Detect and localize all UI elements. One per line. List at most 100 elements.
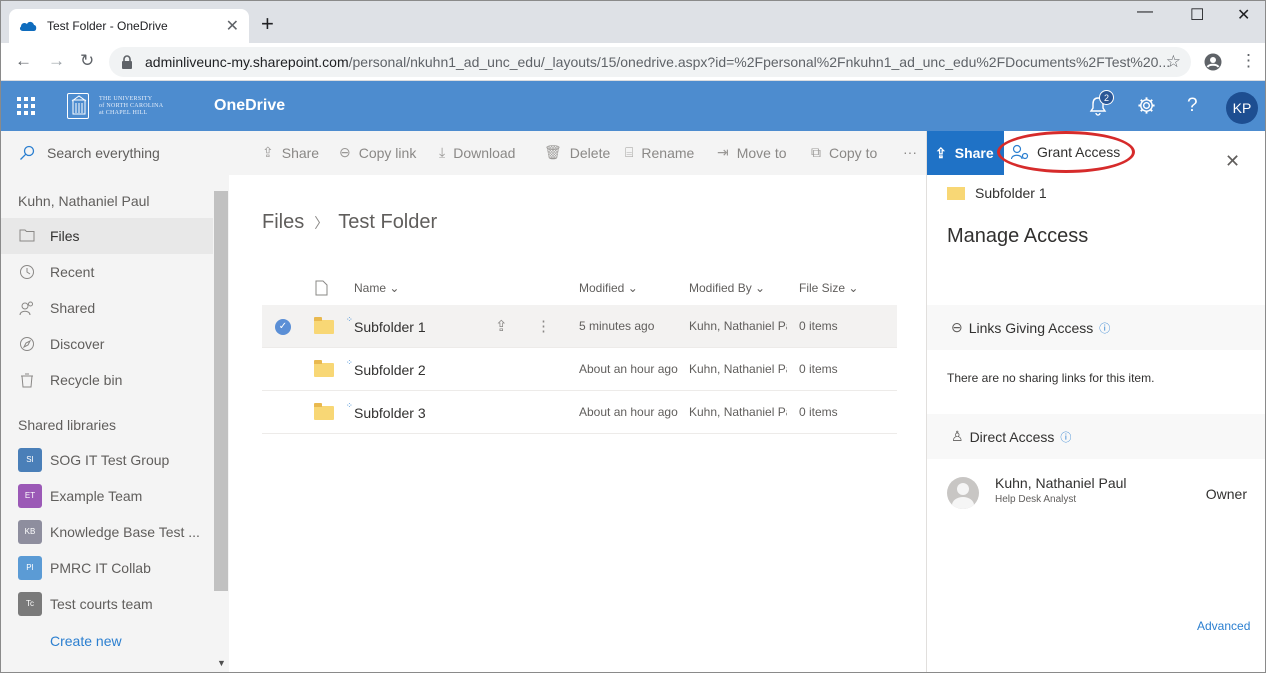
copy-link-label: Copy link [358, 144, 417, 161]
check-icon[interactable]: ✓ [275, 319, 291, 335]
back-icon[interactable]: ← [15, 51, 32, 71]
url-text: adminliveunc-my.sharepoint.com/personal/… [145, 54, 1170, 70]
more-commands-icon[interactable]: ··· [903, 144, 917, 160]
share-tab-label: Share [954, 145, 994, 161]
new-tab-button[interactable]: + [261, 13, 274, 35]
person-title: Help Desk Analyst [995, 494, 1077, 505]
folder-icon [314, 317, 334, 334]
nav-item-shared[interactable]: Shared [1, 290, 213, 326]
browser-menu-icon[interactable]: ⋮ [1240, 51, 1257, 71]
row-more-icon[interactable]: ⋮ [536, 317, 551, 335]
trash-icon [19, 372, 35, 388]
file-name[interactable]: Subfolder 3 [354, 405, 426, 421]
create-new-link[interactable]: Create new [50, 633, 122, 649]
share-command-label: Share [281, 144, 320, 161]
search-box[interactable]: Search everything [1, 131, 229, 175]
address-bar[interactable]: adminliveunc-my.sharepoint.com/personal/… [109, 47, 1191, 77]
info-icon[interactable]: ⓘ [1060, 429, 1071, 445]
nav-item-recent[interactable]: Recent [1, 254, 213, 290]
nav-item-files[interactable]: Files [1, 218, 213, 254]
info-icon[interactable]: ⓘ [1099, 320, 1110, 336]
modified-by-cell: Kuhn, Nathaniel Pa [689, 362, 787, 376]
row-share-icon[interactable]: ⇪ [495, 317, 508, 335]
minimize-icon[interactable]: — [1137, 3, 1153, 21]
tab-title: Test Folder - OneDrive [47, 19, 168, 33]
column-file-size[interactable]: File Size ⌄ [799, 281, 858, 295]
share-command[interactable]: ⇪ Share [262, 144, 319, 161]
delete-command[interactable]: 🗑 Delete [544, 144, 610, 161]
move-icon: ⇥ [717, 144, 729, 160]
browser-tab[interactable]: Test Folder - OneDrive ✕ [9, 9, 249, 43]
forward-icon[interactable]: → [48, 51, 65, 71]
nav-item-recycle-bin[interactable]: Recycle bin [1, 362, 213, 398]
person-role[interactable]: Owner [1206, 486, 1247, 502]
breadcrumb: Files 〉 Test Folder [262, 211, 437, 234]
app-name[interactable]: OneDrive [214, 97, 285, 115]
column-modified[interactable]: Modified ⌄ [579, 281, 638, 295]
nav-item-label: Discover [50, 336, 105, 352]
copy-link-command[interactable]: ⊖ Copy link [339, 144, 416, 161]
tab-share[interactable]: ⇪ Share [927, 131, 1004, 175]
unc-logo[interactable]: THE UNIVERSITY of NORTH CAROLINA at CHAP… [67, 93, 163, 119]
close-icon[interactable]: ✕ [1225, 151, 1240, 172]
folder-icon [19, 228, 35, 244]
rename-command[interactable]: ⌸ Rename [625, 144, 694, 161]
nav-item-label: Files [50, 228, 80, 244]
download-command[interactable]: ⤓ Download [439, 144, 515, 161]
settings-gear-icon[interactable] [1137, 96, 1156, 115]
clock-icon [19, 264, 35, 280]
person-avatar-icon [947, 477, 979, 509]
reload-icon[interactable]: ↻ [80, 51, 94, 71]
library-item[interactable]: ET Example Team [18, 478, 213, 514]
lock-icon [122, 55, 132, 69]
unc-logo-text: THE UNIVERSITY of NORTH CAROLINA at CHAP… [99, 95, 164, 116]
move-to-command[interactable]: ⇥ Move to [717, 144, 787, 161]
table-row[interactable]: ✓ ⁘ Subfolder 1 ⇪ ⋮ 5 minutes ago Kuhn, … [262, 305, 897, 348]
copy-to-label: Copy to [829, 144, 878, 161]
maximize-icon[interactable]: ☐ [1190, 5, 1204, 25]
new-item-icon: ⁘ [346, 315, 353, 324]
links-section-label: Links Giving Access [968, 319, 1094, 336]
modified-cell: About an hour ago [579, 362, 678, 376]
window-close-icon[interactable]: ✕ [1237, 5, 1250, 25]
library-item[interactable]: SI SOG IT Test Group [18, 442, 213, 478]
size-cell: 0 items [799, 362, 838, 376]
folder-icon [947, 186, 965, 200]
advanced-link[interactable]: Advanced [1197, 619, 1250, 633]
move-to-label: Move to [736, 144, 787, 161]
download-label: Download [453, 144, 516, 161]
user-avatar[interactable]: KP [1226, 92, 1258, 124]
nav-scrollbar[interactable] [214, 191, 228, 591]
profile-icon[interactable] [1204, 53, 1222, 71]
shared-folder-icon [314, 360, 334, 377]
rename-label: Rename [641, 144, 695, 161]
library-item[interactable]: Tc Test courts team [18, 586, 213, 622]
file-name[interactable]: Subfolder 1 [354, 319, 426, 335]
app-launcher-icon[interactable] [17, 97, 35, 115]
browser-toolbar: ← → ↻ adminliveunc-my.sharepoint.com/per… [1, 43, 1265, 81]
bookmark-star-icon[interactable]: ☆ [1166, 52, 1181, 72]
scroll-down-icon[interactable]: ▼ [217, 658, 226, 668]
breadcrumb-current[interactable]: Test Folder [338, 211, 437, 234]
column-name[interactable]: Name ⌄ [354, 281, 399, 295]
nav-item-discover[interactable]: Discover [1, 326, 213, 362]
tab-close-icon[interactable]: ✕ [226, 16, 239, 36]
main-content: Files 〉 Test Folder Name ⌄ Modified ⌄ Mo… [229, 175, 926, 672]
library-chip: SI [18, 448, 42, 472]
library-item[interactable]: KB Knowledge Base Test ... [18, 514, 213, 550]
column-modified-by[interactable]: Modified By ⌄ [689, 281, 765, 295]
library-item[interactable]: PI PMRC IT Collab [18, 550, 213, 586]
modified-cell: About an hour ago [579, 405, 678, 419]
table-row[interactable]: ⁘ Subfolder 2 About an hour ago Kuhn, Na… [262, 348, 897, 391]
help-icon[interactable]: ? [1187, 95, 1198, 117]
file-name[interactable]: Subfolder 2 [354, 362, 426, 378]
access-entry[interactable]: Kuhn, Nathaniel Paul Help Desk Analyst O… [947, 475, 1247, 515]
breadcrumb-root[interactable]: Files [262, 211, 304, 234]
table-row[interactable]: ⁘ Subfolder 3 About an hour ago Kuhn, Na… [262, 391, 897, 434]
no-links-message: There are no sharing links for this item… [947, 371, 1155, 385]
compass-icon [19, 336, 35, 352]
copy-to-command[interactable]: ⧉ Copy to [811, 144, 877, 161]
library-chip: PI [18, 556, 42, 580]
new-item-icon: ⁘ [346, 358, 353, 367]
folder-icon [314, 403, 334, 420]
